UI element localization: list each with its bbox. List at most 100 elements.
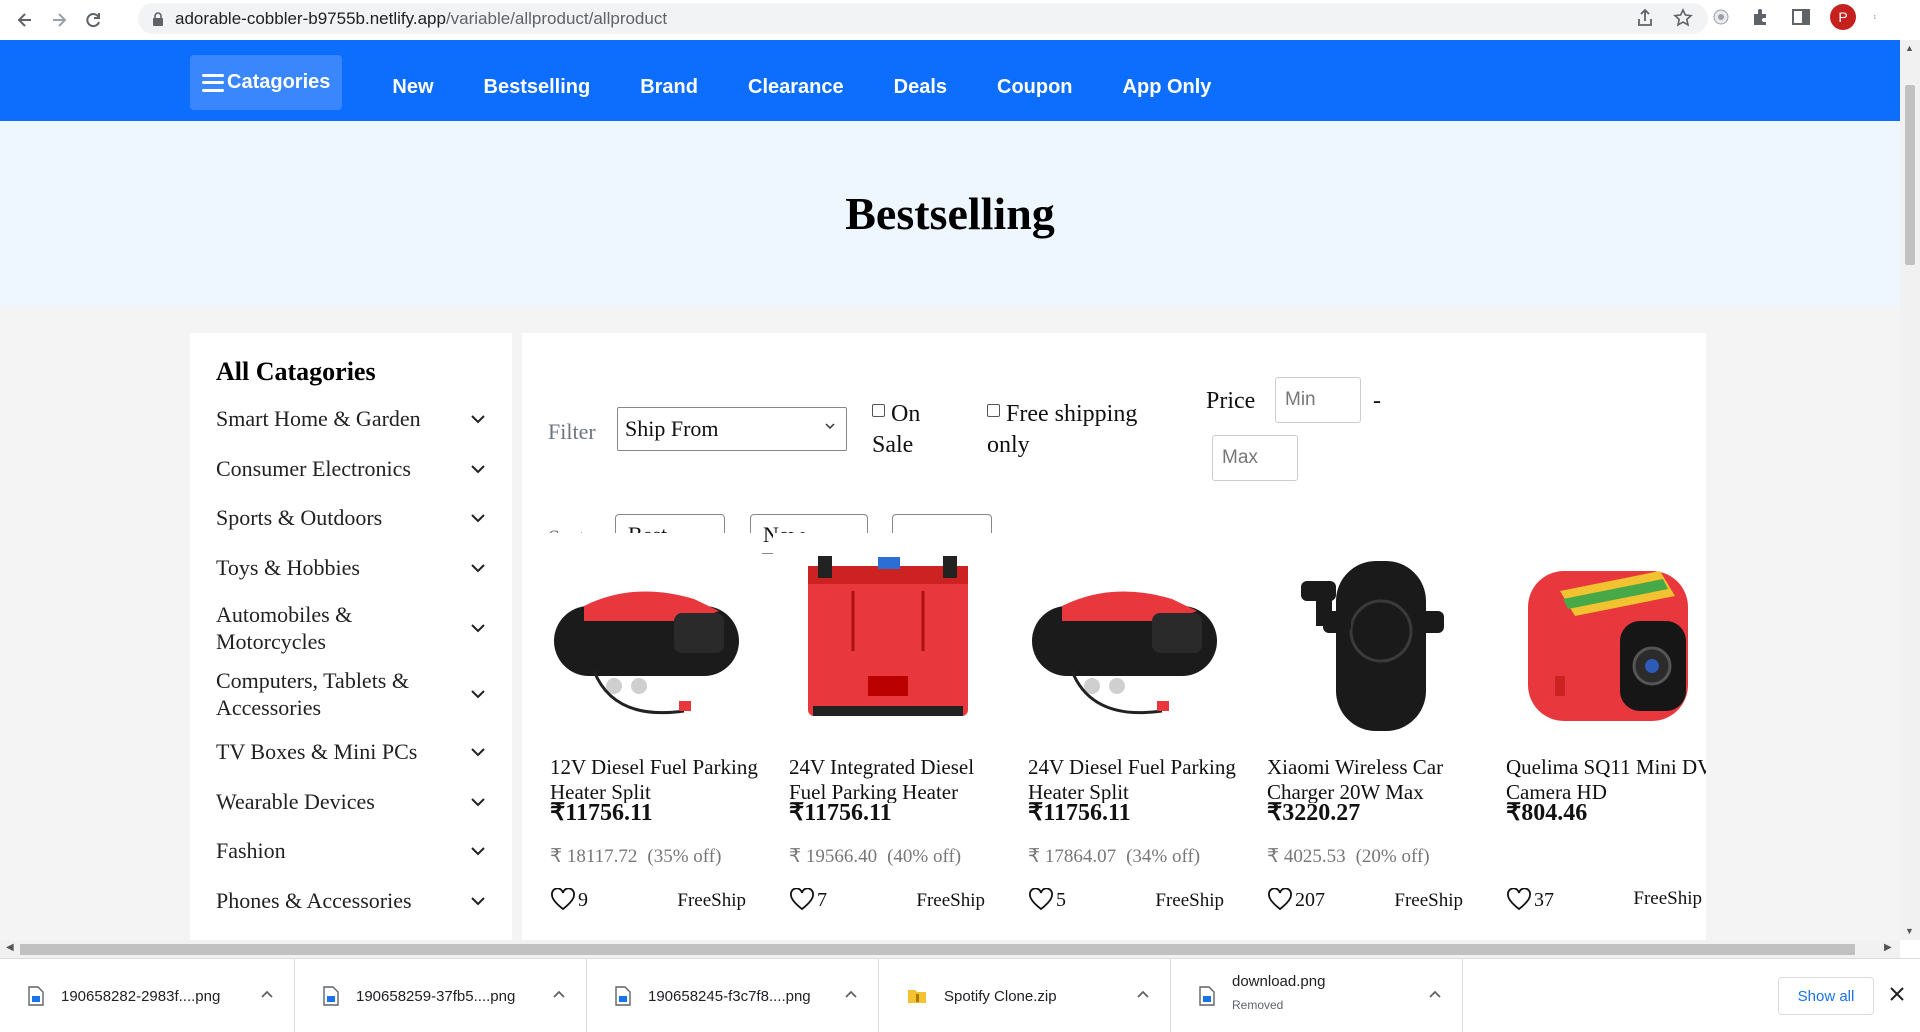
- download-item[interactable]: 190658259-37fb5....png: [295, 959, 587, 1032]
- ship-from-select[interactable]: Ship From: [617, 407, 847, 451]
- chevron-down-icon: [471, 896, 485, 905]
- sidebar-item-label: TV Boxes & Mini PCs: [216, 739, 418, 764]
- scrollbar-thumb[interactable]: [20, 944, 1855, 955]
- nav-link-coupon[interactable]: Coupon: [997, 76, 1073, 99]
- product-price: ₹804.46: [1506, 800, 1588, 826]
- sidebar-item-label: Sports & Outdoors: [216, 505, 383, 530]
- scrollbar-thumb[interactable]: [1905, 85, 1915, 265]
- download-filename: Spotify Clone.zip: [944, 987, 1057, 1005]
- forward-button[interactable]: [44, 5, 74, 35]
- nav-link-app-only[interactable]: App Only: [1123, 76, 1212, 99]
- bookmark-star-icon[interactable]: [1672, 7, 1694, 29]
- sidebar-item-sports-outdoors[interactable]: Sports & Outdoors: [216, 504, 486, 531]
- nav-link-clearance[interactable]: Clearance: [748, 76, 844, 99]
- heart-icon: [1029, 888, 1053, 911]
- free-ship-badge: FreeShip: [1633, 888, 1702, 909]
- reload-button[interactable]: [78, 5, 108, 35]
- heart-icon: [1507, 888, 1531, 911]
- like-count: 5: [1056, 888, 1066, 911]
- like-button[interactable]: 37: [1506, 888, 1554, 912]
- chevron-up-icon[interactable]: [260, 989, 274, 999]
- product-card[interactable]: 24V Diesel Fuel Parking Heater Split ₹11…: [1012, 533, 1240, 940]
- download-item[interactable]: 190658245-f3c7f8....png: [587, 959, 879, 1032]
- price-min-input[interactable]: Min: [1275, 377, 1361, 423]
- chevron-down-icon: [471, 464, 485, 473]
- price-dash: -: [1373, 388, 1381, 414]
- sidebar-item-automobiles[interactable]: Automobiles & Motorcycles: [216, 601, 486, 655]
- product-price: ₹3220.27: [1267, 800, 1361, 826]
- checkbox-box[interactable]: [872, 404, 885, 417]
- car-charger-image: [1301, 561, 1444, 731]
- sidebar-item-label: Computers, Tablets & Accessories: [216, 668, 409, 720]
- scroll-right-arrow-icon[interactable]: ▶: [1884, 942, 1892, 953]
- sidebar-item-fashion[interactable]: Fashion: [216, 837, 486, 864]
- browser-toolbar: adorable-cobbler-b9755b.netlify.app/vari…: [0, 0, 1920, 40]
- sidebar-item-toys-hobbies[interactable]: Toys & Hobbies: [216, 554, 486, 581]
- heart-icon: [551, 888, 575, 911]
- category-sidebar: All Catagories Smart Home & Garden Consu…: [190, 333, 512, 940]
- product-title[interactable]: Quelima SQ11 Mini DV Camera HD: [1506, 755, 1706, 803]
- extension-icon[interactable]: [1710, 6, 1732, 28]
- nav-link-brand[interactable]: Brand: [640, 76, 698, 99]
- download-item[interactable]: 190658282-2983f....png: [0, 959, 295, 1032]
- sidebar-item-wearables[interactable]: Wearable Devices: [216, 788, 486, 815]
- nav-link-new[interactable]: New: [392, 76, 433, 99]
- chevron-down-icon: [471, 846, 485, 855]
- chevron-up-icon[interactable]: [1428, 989, 1442, 999]
- image-file-icon: [323, 986, 339, 1006]
- nav-link-deals[interactable]: Deals: [894, 76, 947, 99]
- sidebar-item-tv-boxes[interactable]: TV Boxes & Mini PCs: [216, 738, 486, 765]
- close-icon[interactable]: [1888, 985, 1906, 1003]
- like-button[interactable]: 9: [550, 888, 588, 912]
- product-card[interactable]: Quelima SQ11 Mini DV Camera HD ₹804.46 3…: [1490, 533, 1706, 940]
- scroll-up-arrow-icon[interactable]: ▲: [1905, 43, 1914, 53]
- product-title[interactable]: Xiaomi Wireless Car Charger 20W Max: [1267, 755, 1477, 803]
- product-title[interactable]: 24V Diesel Fuel Parking Heater Split: [1028, 755, 1238, 803]
- back-button[interactable]: [10, 5, 40, 35]
- product-card[interactable]: 24V Integrated Diesel Fuel Parking Heate…: [773, 533, 1001, 940]
- product-discount: (40% off): [887, 846, 962, 867]
- sidebar-item-smart-home[interactable]: Smart Home & Garden: [216, 405, 486, 432]
- on-sale-checkbox[interactable]: On Sale: [872, 399, 942, 461]
- address-bar[interactable]: adorable-cobbler-b9755b.netlify.app/vari…: [138, 3, 1708, 34]
- scroll-down-arrow-icon[interactable]: ▼: [1905, 926, 1914, 936]
- vertical-scrollbar[interactable]: ▲ ▼: [1900, 40, 1920, 940]
- product-title[interactable]: 12V Diesel Fuel Parking Heater Split: [550, 755, 760, 803]
- free-ship-badge: FreeShip: [1394, 890, 1463, 911]
- product-title[interactable]: 24V Integrated Diesel Fuel Parking Heate…: [789, 755, 999, 803]
- download-item[interactable]: Spotify Clone.zip: [879, 959, 1171, 1032]
- categories-menu-button[interactable]: Catagories: [190, 55, 343, 110]
- free-ship-badge: FreeShip: [677, 890, 746, 911]
- show-all-button[interactable]: Show all: [1778, 977, 1874, 1015]
- arrow-left-icon: [17, 13, 31, 27]
- checkbox-box[interactable]: [987, 404, 1000, 417]
- price-max-input[interactable]: Max: [1212, 435, 1298, 481]
- product-card[interactable]: Xiaomi Wireless Car Charger 20W Max ₹322…: [1251, 533, 1479, 940]
- like-button[interactable]: 7: [789, 888, 827, 912]
- download-status: Removed: [1232, 997, 1284, 1012]
- puzzle-icon[interactable]: [1750, 6, 1772, 28]
- horizontal-scrollbar[interactable]: ◀ ▶: [0, 940, 1900, 958]
- more-menu-icon[interactable]: [1874, 6, 1880, 28]
- page-viewport: Catagories New Bestselling Brand Clearan…: [0, 40, 1900, 940]
- sidebar-item-computers[interactable]: Computers, Tablets & Accessories: [216, 667, 486, 721]
- sidebar-item-label: Toys & Hobbies: [216, 555, 360, 580]
- sidebar-item-label: Automobiles & Motorcycles: [216, 602, 353, 654]
- sidebar-item-phones[interactable]: Phones & Accessories: [216, 887, 486, 914]
- side-panel-icon[interactable]: [1790, 6, 1812, 28]
- chevron-up-icon[interactable]: [1136, 989, 1150, 999]
- free-shipping-checkbox[interactable]: Free shipping only: [987, 399, 1177, 461]
- scroll-left-arrow-icon[interactable]: ◀: [6, 942, 14, 953]
- nav-link-bestselling[interactable]: Bestselling: [484, 76, 591, 99]
- download-item[interactable]: download.png Removed: [1171, 959, 1463, 1032]
- profile-avatar[interactable]: P: [1830, 4, 1856, 30]
- like-button[interactable]: 207: [1267, 888, 1325, 912]
- sidebar-item-consumer-electronics[interactable]: Consumer Electronics: [216, 455, 486, 482]
- like-count: 7: [817, 888, 827, 911]
- product-card[interactable]: 12V Diesel Fuel Parking Heater Split ₹11…: [534, 533, 762, 940]
- chevron-up-icon[interactable]: [552, 989, 566, 999]
- share-icon[interactable]: [1634, 7, 1656, 29]
- chevron-up-icon[interactable]: [844, 989, 858, 999]
- sidebar-item-label: Smart Home & Garden: [216, 406, 421, 431]
- like-button[interactable]: 5: [1028, 888, 1066, 912]
